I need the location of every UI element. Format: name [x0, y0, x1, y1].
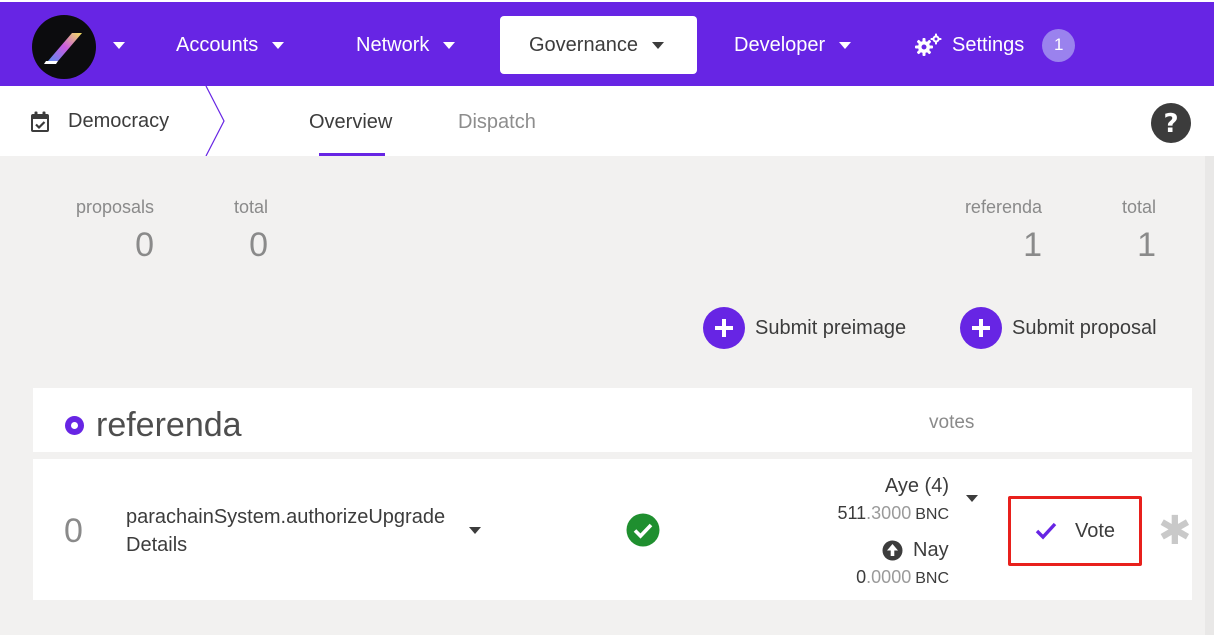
submit-proposal-label: Submit proposal	[1012, 316, 1157, 339]
summary-proposals-total: total 0	[220, 197, 268, 265]
aye-amount-unit: BNC	[915, 506, 949, 523]
nay-amount-int: 0	[856, 567, 867, 587]
nay-label: Nay	[882, 539, 949, 562]
nav-accounts[interactable]: Accounts	[176, 16, 285, 74]
section-democracy: Democracy	[30, 110, 169, 133]
summary-proposals: proposals 0	[68, 197, 154, 265]
tab-dispatch[interactable]: Dispatch	[458, 111, 536, 134]
chain-logo-icon[interactable]	[32, 15, 96, 79]
plus-icon	[960, 307, 1002, 349]
summary-proposals-total-value: 0	[249, 226, 268, 264]
asterisk-icon[interactable]: ✱	[1158, 511, 1192, 551]
vote-button-label: Vote	[1074, 519, 1116, 542]
referendum-index: 0	[64, 512, 83, 550]
chevron-down-icon	[272, 41, 285, 49]
summary-referenda-value: 1	[1023, 226, 1042, 264]
check-circle-icon	[626, 513, 660, 547]
nav-settings[interactable]: Settings 1	[914, 16, 1076, 74]
referendum-details-link[interactable]: Details	[126, 534, 187, 557]
check-icon	[1035, 522, 1057, 540]
active-tab-indicator	[319, 153, 385, 156]
plus-icon	[703, 307, 745, 349]
expand-details-chevron-down-icon[interactable]	[469, 527, 481, 534]
nav-settings-label: Settings	[952, 33, 1025, 56]
scrollbar-track[interactable]	[1205, 156, 1214, 635]
bullet-dot-icon	[65, 416, 84, 435]
summary-proposals-label: proposals	[75, 197, 154, 217]
section-title: Democracy	[68, 110, 170, 132]
table-row: 0 parachainSystem.authorizeUpgrade Detai…	[33, 459, 1192, 600]
arrow-up-circle-icon	[882, 540, 903, 561]
votes-expand-chevron-down-icon[interactable]	[966, 495, 978, 502]
summary-proposals-total-label: total	[233, 197, 268, 217]
chevron-down-icon	[839, 41, 852, 49]
referenda-title: referenda	[96, 406, 242, 444]
aye-amount: 511.3000 BNC	[837, 503, 949, 524]
summary-referenda-total: total 1	[1104, 197, 1156, 265]
nav-accounts-label: Accounts	[176, 33, 259, 56]
nav-governance-label: Governance	[529, 33, 638, 56]
nay-amount: 0.0000 BNC	[856, 567, 949, 588]
help-icon[interactable]: ?	[1150, 102, 1192, 144]
chevron-down-icon	[651, 41, 664, 49]
aye-count-label: Aye (4)	[884, 475, 949, 497]
submit-proposal-button[interactable]: Submit proposal	[960, 307, 1157, 349]
nav-governance[interactable]: Governance	[500, 16, 697, 74]
tab-overview[interactable]: Overview	[309, 111, 392, 134]
summary-proposals-value: 0	[135, 226, 154, 264]
summary-referenda-total-value: 1	[1137, 226, 1156, 264]
summary-referenda: referenda 1	[950, 197, 1042, 265]
referendum-call: parachainSystem.authorizeUpgrade	[126, 506, 446, 528]
chevron-down-icon	[443, 41, 456, 49]
submit-preimage-label: Submit preimage	[755, 316, 907, 339]
notification-badge: 1	[1042, 28, 1076, 62]
summary-referenda-label: referenda	[964, 197, 1042, 217]
gears-icon	[915, 33, 942, 56]
nay-amount-decimals: .0000	[866, 567, 912, 587]
nav-developer[interactable]: Developer	[734, 16, 852, 74]
aye-amount-decimals: .3000	[866, 503, 912, 523]
calendar-check-icon	[31, 111, 49, 132]
votes-column-header: votes	[929, 412, 975, 433]
nay-amount-unit: BNC	[915, 570, 949, 587]
chain-selector-chevron-down-icon[interactable]	[113, 42, 125, 49]
nav-network[interactable]: Network	[356, 16, 456, 74]
top-navbar: Accounts Network Governance Developer Se…	[0, 0, 1214, 86]
submit-preimage-button[interactable]: Submit preimage	[703, 307, 906, 349]
breadcrumb-divider	[205, 86, 225, 156]
sub-navbar: Democracy Overview Dispatch ?	[0, 86, 1214, 156]
nav-developer-label: Developer	[734, 33, 826, 56]
vote-button[interactable]: Vote	[1008, 496, 1142, 566]
svg-text:?: ?	[1163, 109, 1178, 139]
nay-label-text: Nay	[913, 539, 949, 561]
nav-network-label: Network	[356, 33, 430, 56]
summary-referenda-total-label: total	[1121, 197, 1156, 217]
aye-amount-int: 511	[837, 503, 867, 523]
referenda-table-header: referenda votes	[33, 388, 1192, 452]
